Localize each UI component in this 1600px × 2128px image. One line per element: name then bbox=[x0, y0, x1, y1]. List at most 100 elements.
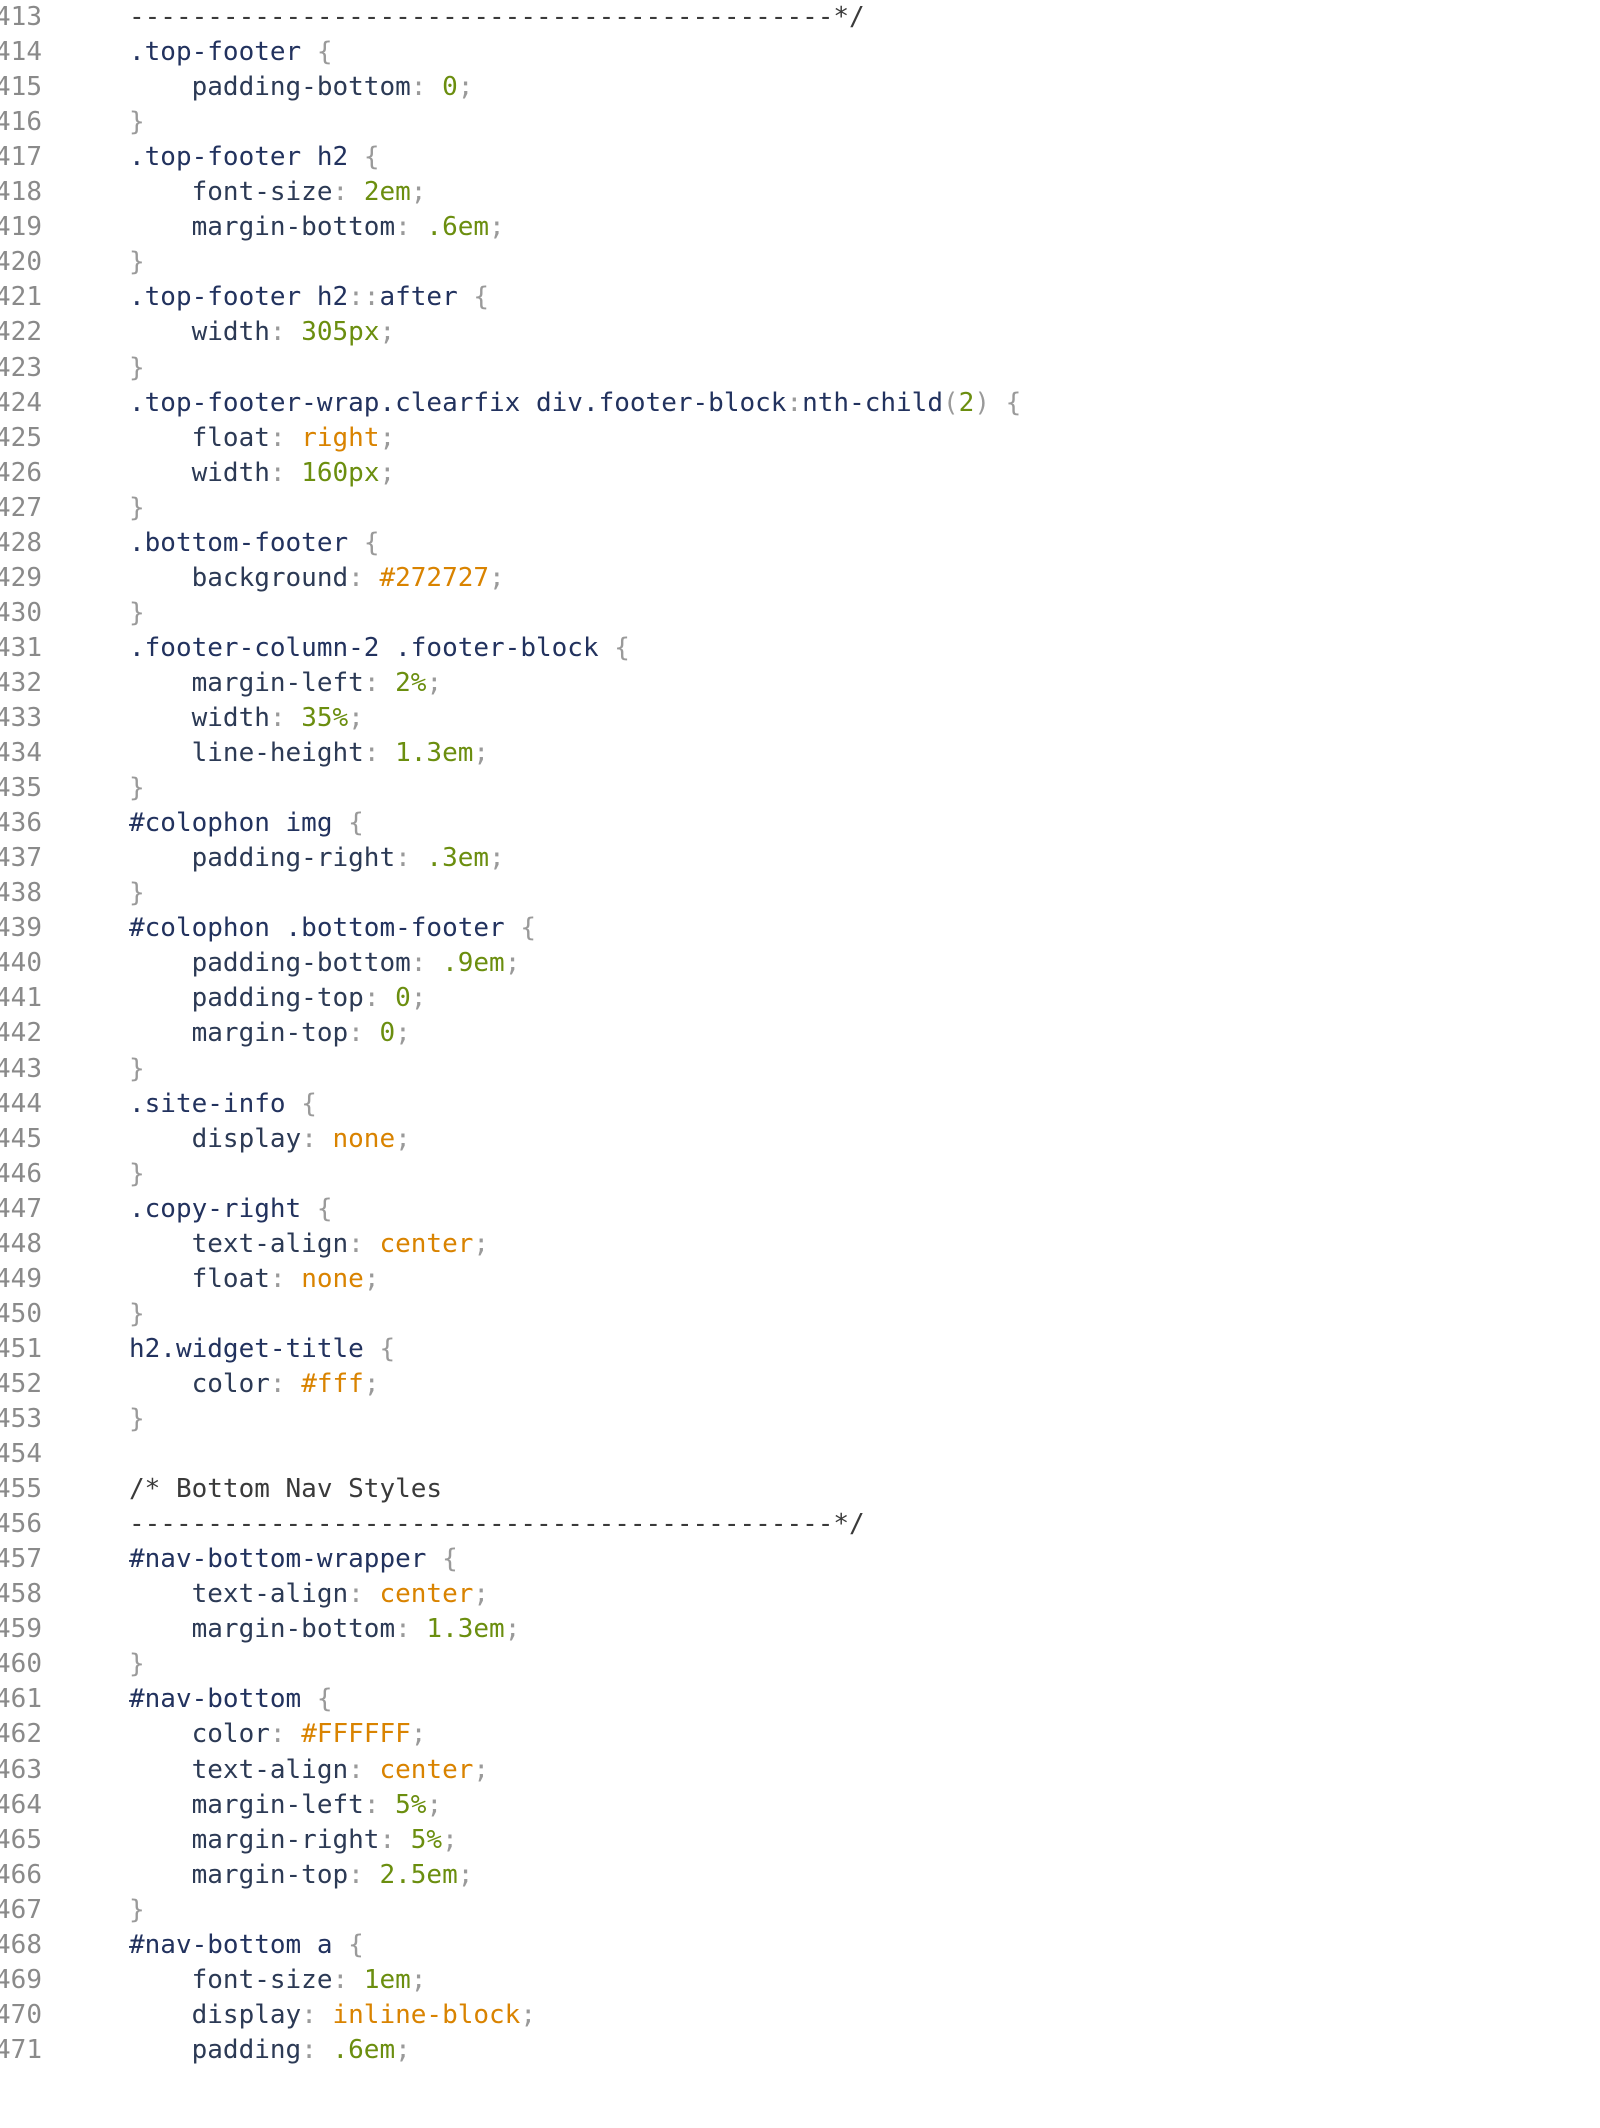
code-text: #colophon img { bbox=[129, 806, 364, 841]
code-line[interactable]: 470 display: inline-block; bbox=[0, 1998, 1600, 2033]
code-line[interactable]: 466 margin-top: 2.5em; bbox=[0, 1858, 1600, 1893]
code-line[interactable]: 426 width: 160px; bbox=[0, 456, 1600, 491]
code-line[interactable]: 440 padding-bottom: .9em; bbox=[0, 946, 1600, 981]
code-line[interactable]: 437 padding-right: .3em; bbox=[0, 841, 1600, 876]
code-line[interactable]: 446} bbox=[0, 1157, 1600, 1192]
code-line[interactable]: 464 margin-left: 5%; bbox=[0, 1788, 1600, 1823]
code-line[interactable]: 414 .top-footer { bbox=[0, 35, 1600, 70]
code-line[interactable]: 433 width: 35%; bbox=[0, 701, 1600, 736]
code-line[interactable]: 467} bbox=[0, 1893, 1600, 1928]
code-line[interactable]: 415 padding-bottom: 0; bbox=[0, 70, 1600, 105]
code-line[interactable]: 425 float: right; bbox=[0, 421, 1600, 456]
code-token: .copy-right bbox=[129, 1193, 317, 1224]
code-token: ----------------------------------------… bbox=[129, 1509, 865, 1540]
line-number: 455 bbox=[0, 1474, 42, 1505]
code-line[interactable]: 420} bbox=[0, 245, 1600, 280]
code-line[interactable]: 432 margin-left: 2%; bbox=[0, 666, 1600, 701]
code-line[interactable]: 455 /* Bottom Nav Styles bbox=[0, 1472, 1600, 1507]
code-line[interactable]: 468 #nav-bottom a { bbox=[0, 1928, 1600, 1963]
code-line[interactable]: 436 #colophon img { bbox=[0, 806, 1600, 841]
code-token: ; bbox=[473, 1228, 490, 1259]
code-line[interactable]: 416} bbox=[0, 105, 1600, 140]
code-token: padding-right bbox=[129, 843, 396, 874]
code-line[interactable]: 439 #colophon .bottom-footer { bbox=[0, 911, 1600, 946]
code-line[interactable]: 460} bbox=[0, 1647, 1600, 1682]
code-token: ; bbox=[395, 1123, 411, 1154]
code-line[interactable]: 417 .top-footer h2 { bbox=[0, 140, 1600, 175]
code-token: ; bbox=[363, 1368, 380, 1399]
code-text: line-height: 1.3em; bbox=[129, 736, 489, 771]
code-token: ; bbox=[410, 1964, 427, 1995]
code-token: ; bbox=[379, 422, 396, 453]
line-number: 435 bbox=[0, 773, 42, 804]
code-line[interactable]: 413 -------------------------------------… bbox=[0, 0, 1600, 35]
code-token: : bbox=[363, 667, 396, 698]
line-number: 443 bbox=[0, 1053, 42, 1084]
code-line[interactable]: 469 font-size: 1em; bbox=[0, 1963, 1600, 1998]
code-line[interactable]: 418 font-size: 2em; bbox=[0, 175, 1600, 210]
line-number: 421 bbox=[0, 282, 42, 313]
code-line[interactable]: 429 background: #272727; bbox=[0, 561, 1600, 596]
code-editor[interactable]: 413 -------------------------------------… bbox=[0, 0, 1600, 2128]
code-line[interactable]: 463 text-align: center; bbox=[0, 1753, 1600, 1788]
code-line[interactable]: 430} bbox=[0, 596, 1600, 631]
line-number: 459 bbox=[0, 1614, 42, 1645]
code-line[interactable]: 435} bbox=[0, 771, 1600, 806]
code-token: ; bbox=[395, 1018, 411, 1049]
code-token: 35% bbox=[301, 703, 349, 733]
code-line[interactable]: 456 -------------------------------------… bbox=[0, 1507, 1600, 1542]
code-text: #nav-bottom a { bbox=[129, 1928, 364, 1963]
code-line[interactable]: 453} bbox=[0, 1402, 1600, 1437]
code-line[interactable]: 424 .top-footer-wrap.clearfix div.footer-… bbox=[0, 386, 1600, 421]
code-line[interactable]: 443} bbox=[0, 1052, 1600, 1087]
code-line[interactable]: 449 float: none; bbox=[0, 1262, 1600, 1297]
code-line[interactable]: 422 width: 305px; bbox=[0, 315, 1600, 350]
code-token: width bbox=[129, 317, 270, 348]
line-number: 426 bbox=[0, 457, 42, 488]
code-token: float bbox=[129, 422, 270, 453]
code-line[interactable]: 428 .bottom-footer { bbox=[0, 526, 1600, 561]
code-line[interactable]: 447 .copy-right { bbox=[0, 1192, 1600, 1227]
code-line[interactable]: 438} bbox=[0, 876, 1600, 911]
code-line[interactable]: 431 .footer-column-2 .footer-block { bbox=[0, 631, 1600, 666]
code-token: : bbox=[301, 2034, 333, 2065]
code-token: : bbox=[269, 1719, 302, 1750]
code-line[interactable]: 423} bbox=[0, 351, 1600, 386]
code-token: ) { bbox=[974, 387, 1022, 418]
code-token: } bbox=[129, 878, 145, 909]
code-line[interactable]: 448 text-align: center; bbox=[0, 1227, 1600, 1262]
code-line[interactable]: 459 margin-bottom: 1.3em; bbox=[0, 1612, 1600, 1647]
line-number: 439 bbox=[0, 913, 42, 944]
code-line[interactable]: 465 margin-right: 5%; bbox=[0, 1823, 1600, 1858]
code-text: #colophon .bottom-footer { bbox=[129, 911, 536, 946]
code-line[interactable]: 461 #nav-bottom { bbox=[0, 1682, 1600, 1717]
code-line[interactable]: 434 line-height: 1.3em; bbox=[0, 736, 1600, 771]
code-line[interactable]: 421 .top-footer h2::after { bbox=[0, 280, 1600, 315]
code-line[interactable]: 451 h2.widget-title { bbox=[0, 1332, 1600, 1367]
code-line[interactable]: 454 bbox=[0, 1437, 1600, 1472]
line-number: 471 bbox=[0, 2034, 42, 2065]
code-line[interactable]: 427} bbox=[0, 491, 1600, 526]
code-line[interactable]: 452 color: #fff; bbox=[0, 1367, 1600, 1402]
code-line[interactable]: 458 text-align: center; bbox=[0, 1577, 1600, 1612]
code-line[interactable]: 444 .site-info { bbox=[0, 1087, 1600, 1122]
line-number: 466 bbox=[0, 1859, 42, 1890]
line-number: 457 bbox=[0, 1544, 42, 1575]
line-number: 450 bbox=[0, 1298, 42, 1329]
code-line[interactable]: 471 padding: .6em; bbox=[0, 2033, 1600, 2068]
line-number: 446 bbox=[0, 1158, 42, 1189]
code-line[interactable]: 441 padding-top: 0; bbox=[0, 981, 1600, 1016]
code-text: } bbox=[129, 105, 145, 140]
code-text: margin-right: 5%; bbox=[129, 1823, 458, 1858]
code-line[interactable]: 462 color: #FFFFFF; bbox=[0, 1717, 1600, 1752]
code-line[interactable]: 450} bbox=[0, 1297, 1600, 1332]
line-number: 413 bbox=[0, 2, 42, 32]
code-token: } bbox=[129, 1404, 145, 1434]
code-line[interactable]: 442 margin-top: 0; bbox=[0, 1016, 1600, 1051]
code-text: padding-top: 0; bbox=[129, 981, 427, 1016]
code-line[interactable]: 445 display: none; bbox=[0, 1122, 1600, 1157]
code-text: display: inline-block; bbox=[129, 1998, 536, 2033]
code-line[interactable]: 419 margin-bottom: .6em; bbox=[0, 210, 1600, 245]
code-line[interactable]: 457 #nav-bottom-wrapper { bbox=[0, 1542, 1600, 1577]
code-token: : bbox=[410, 948, 443, 979]
